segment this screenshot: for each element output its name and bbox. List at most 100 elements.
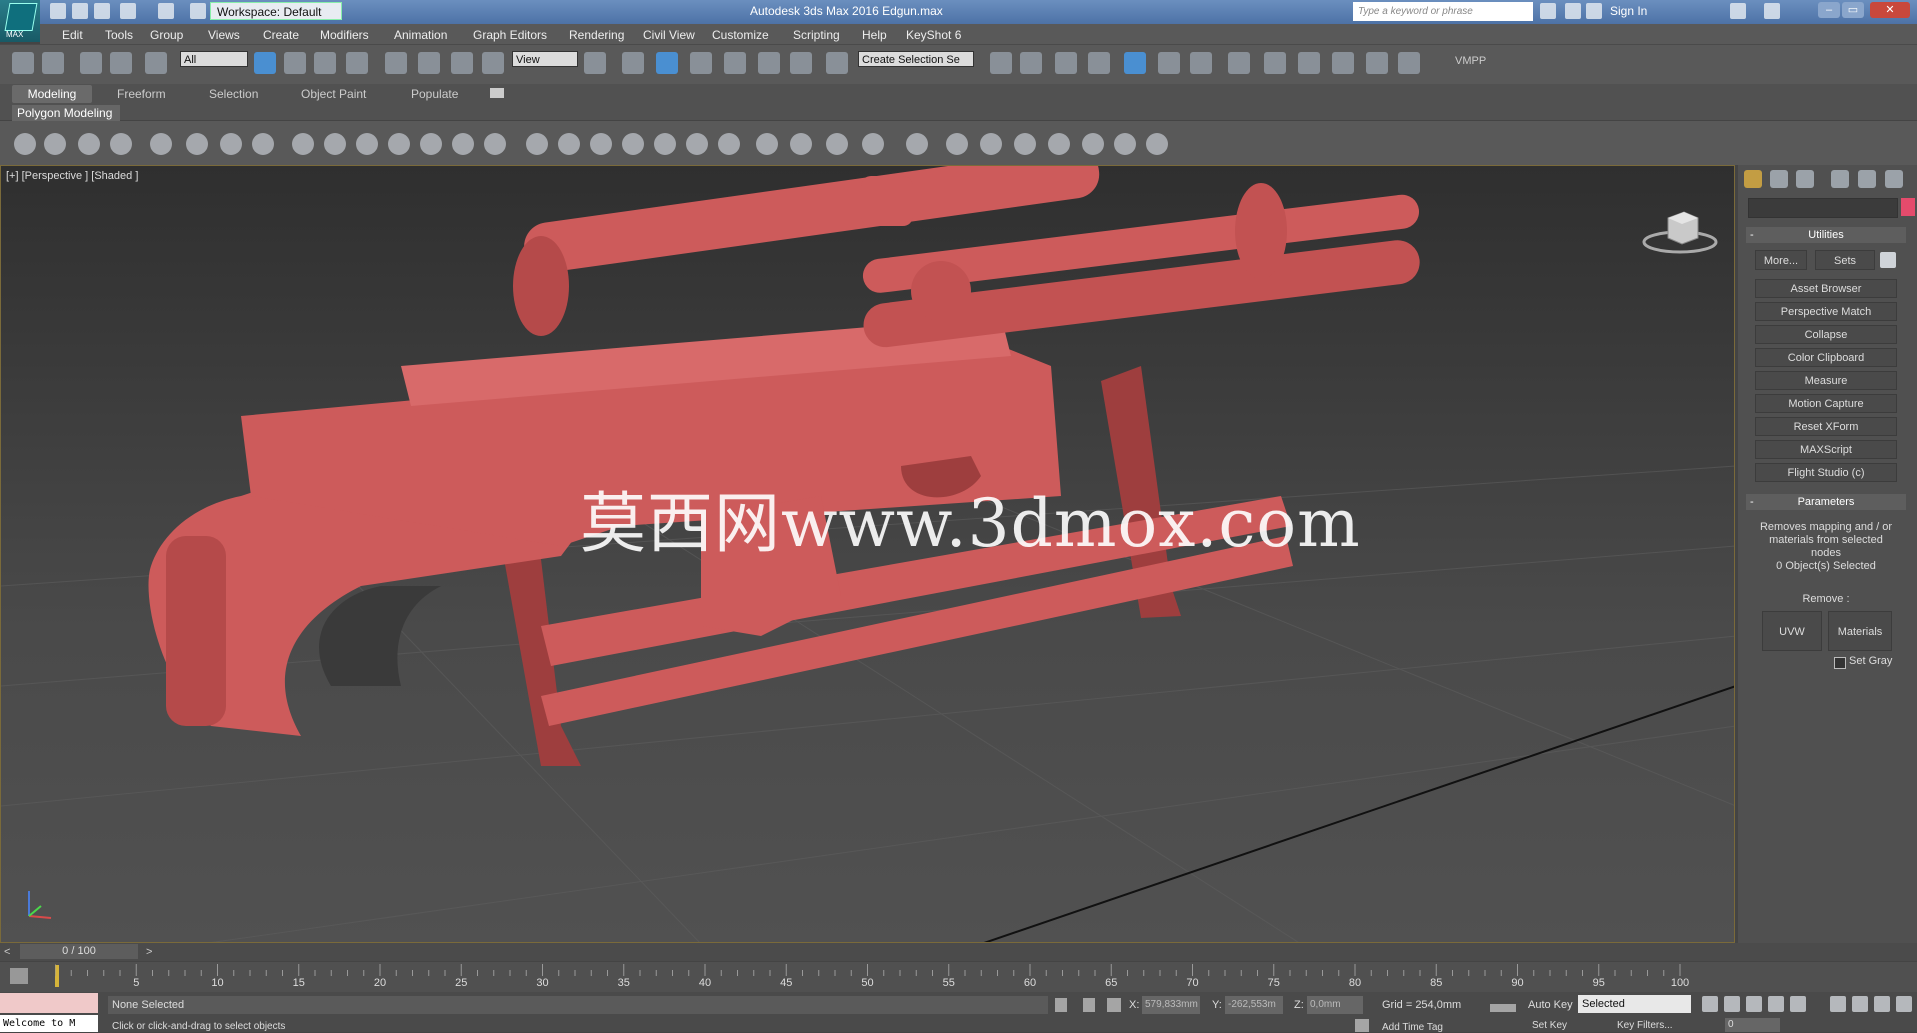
- minimize-button[interactable]: –: [1818, 2, 1840, 18]
- help-icon[interactable]: [1764, 3, 1780, 19]
- scene-states-icon[interactable]: [78, 133, 100, 155]
- menu-views[interactable]: Views: [208, 28, 240, 42]
- object-color-swatch[interactable]: [1901, 198, 1915, 216]
- slider-next-icon[interactable]: >: [146, 946, 152, 958]
- maxscript-welcome[interactable]: Welcome to M: [0, 1015, 98, 1032]
- scene-explorer-small-icon[interactable]: [110, 133, 132, 155]
- align-icon[interactable]: [1020, 52, 1042, 74]
- workspace-dropdown[interactable]: Workspace: Default: [210, 2, 342, 20]
- light-lister-icon[interactable]: [150, 133, 172, 155]
- redo-icon[interactable]: [42, 52, 64, 74]
- render-iterative-icon[interactable]: [1366, 52, 1388, 74]
- sun-icon[interactable]: [452, 133, 474, 155]
- subscription-icon[interactable]: [1565, 3, 1581, 19]
- exchange-icon[interactable]: [1730, 3, 1746, 19]
- utilities-tab-icon[interactable]: [1885, 170, 1903, 188]
- render-farm-icon[interactable]: [252, 133, 274, 155]
- viewcube[interactable]: [1640, 200, 1720, 260]
- sphere-icon[interactable]: [356, 133, 378, 155]
- maxscript-listener-mini[interactable]: [0, 993, 98, 1013]
- box-icon[interactable]: [292, 133, 314, 155]
- menu-scripting[interactable]: Scripting: [793, 28, 840, 42]
- new-file-icon[interactable]: [50, 3, 66, 19]
- next-frame-icon[interactable]: [1768, 996, 1784, 1012]
- render-setup-small-icon[interactable]: [44, 133, 66, 155]
- add-time-tag[interactable]: Add Time Tag: [1382, 1022, 1443, 1033]
- hair-icon[interactable]: [686, 133, 708, 155]
- go-to-end-icon[interactable]: [1790, 996, 1806, 1012]
- menu-group[interactable]: Group: [150, 28, 183, 42]
- tab-modeling[interactable]: Modeling: [12, 85, 92, 103]
- keyshot-update-icon[interactable]: [1114, 133, 1136, 155]
- time-slider[interactable]: 0 / 100: [20, 944, 138, 959]
- time-tag-icon[interactable]: [1355, 1019, 1369, 1032]
- keyshot-export-icon[interactable]: [1146, 133, 1168, 155]
- plant-icon[interactable]: [654, 133, 676, 155]
- uvw-button[interactable]: UVW: [1762, 611, 1822, 651]
- link-icon[interactable]: [80, 52, 102, 74]
- help-small-icon[interactable]: [862, 133, 884, 155]
- snaps-toggle-icon[interactable]: [690, 52, 712, 74]
- vmpp-label[interactable]: VMPP: [1455, 55, 1486, 67]
- spinner-snap-icon[interactable]: [790, 52, 812, 74]
- zoom-extents-icon[interactable]: [1874, 996, 1890, 1012]
- keyboard-shortcut-icon[interactable]: [656, 52, 678, 74]
- ribbon-options-icon[interactable]: [490, 88, 504, 98]
- display-tab-icon[interactable]: [1858, 170, 1876, 188]
- camera-icon[interactable]: [186, 133, 208, 155]
- rendered-frame-icon[interactable]: [1298, 52, 1320, 74]
- menu-create[interactable]: Create: [263, 28, 299, 42]
- utility-collapse[interactable]: Collapse: [1755, 325, 1897, 344]
- utility-measure[interactable]: Measure: [1755, 371, 1897, 390]
- undo-icon[interactable]: [120, 3, 136, 19]
- project-folder-icon[interactable]: [190, 3, 206, 19]
- scene-explorer-icon[interactable]: [1055, 52, 1077, 74]
- materials-button[interactable]: Materials: [1828, 611, 1892, 651]
- previous-frame-icon[interactable]: [1724, 996, 1740, 1012]
- unwrap-icon[interactable]: [826, 133, 848, 155]
- object-name-field[interactable]: [1748, 198, 1898, 218]
- percent-snap-icon[interactable]: [758, 52, 780, 74]
- current-frame-field[interactable]: 0: [1725, 1018, 1780, 1032]
- rectangle-region-icon[interactable]: [314, 52, 336, 74]
- zoom-all-icon[interactable]: [1852, 996, 1868, 1012]
- cone-icon[interactable]: [420, 133, 442, 155]
- move-icon[interactable]: [385, 52, 407, 74]
- open-file-icon[interactable]: [72, 3, 88, 19]
- cloud-icon[interactable]: [906, 133, 928, 155]
- tab-freeform[interactable]: Freeform: [117, 87, 166, 101]
- particle-icon[interactable]: [526, 133, 548, 155]
- scale-icon[interactable]: [451, 52, 473, 74]
- selection-filter-dropdown[interactable]: All: [180, 51, 248, 67]
- star-icon[interactable]: [1586, 3, 1602, 19]
- tab-object-paint[interactable]: Object Paint: [301, 87, 366, 101]
- sky-icon[interactable]: [484, 133, 506, 155]
- dome-icon[interactable]: [324, 133, 346, 155]
- shell-icon[interactable]: [718, 133, 740, 155]
- wrench-icon[interactable]: [1014, 133, 1036, 155]
- selection-lock-icon[interactable]: [1083, 998, 1095, 1012]
- absolute-mode-icon[interactable]: [1107, 998, 1121, 1012]
- edit-named-selection-icon[interactable]: [826, 52, 848, 74]
- unlink-icon[interactable]: [110, 52, 132, 74]
- hierarchy-tab-icon[interactable]: [1796, 170, 1814, 188]
- utilities-rollout-header[interactable]: - Utilities: [1746, 227, 1906, 243]
- shirt-icon[interactable]: [980, 133, 1002, 155]
- layers-icon[interactable]: [790, 133, 812, 155]
- render-cloud-icon[interactable]: [1398, 52, 1420, 74]
- menu-modifiers[interactable]: Modifiers: [320, 28, 369, 42]
- tab-populate[interactable]: Populate: [411, 87, 458, 101]
- key-icon[interactable]: [1490, 1004, 1516, 1012]
- redo-icon[interactable]: [158, 3, 174, 19]
- tab-selection[interactable]: Selection: [209, 87, 258, 101]
- maximize-viewport-icon[interactable]: [1896, 996, 1912, 1012]
- close-button[interactable]: ✕: [1870, 2, 1910, 18]
- save-file-icon[interactable]: [94, 3, 110, 19]
- menu-graph-editors[interactable]: Graph Editors: [473, 28, 547, 42]
- sets-button[interactable]: Sets: [1815, 250, 1875, 270]
- zoom-icon[interactable]: [1830, 996, 1846, 1012]
- pivot-center-icon[interactable]: [584, 52, 606, 74]
- teapot-icon[interactable]: [14, 133, 36, 155]
- isolate-selection-icon[interactable]: [1055, 998, 1067, 1012]
- flow-icon[interactable]: [622, 133, 644, 155]
